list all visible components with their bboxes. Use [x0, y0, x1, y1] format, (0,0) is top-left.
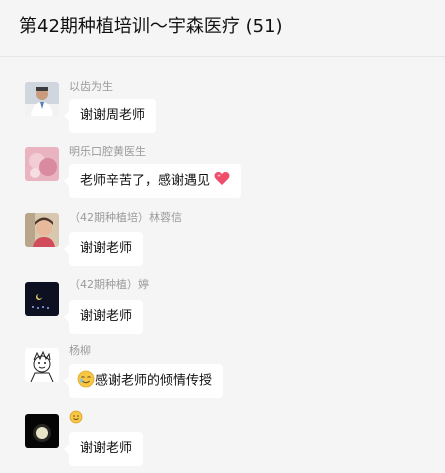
message-bubble[interactable]: 老师辛苦了，感谢遇见: [63, 164, 242, 198]
sender-name: 以齿为生: [69, 80, 113, 93]
sender-avatar[interactable]: [25, 348, 59, 382]
sender-avatar[interactable]: [25, 282, 59, 316]
chat-header: 第42期种植培训～宇森医疗 (51): [0, 0, 445, 57]
message-text: 感谢老师的倾情传授: [95, 373, 213, 389]
sender-name: （42期种植）婷: [69, 278, 149, 291]
message-bubble[interactable]: 谢谢老师: [63, 232, 144, 266]
tearful-smile-emoji: [77, 364, 95, 398]
message-bubble[interactable]: 感谢老师的倾情传授: [63, 364, 224, 398]
sender-avatar[interactable]: [25, 414, 59, 448]
message-bubble[interactable]: 谢谢周老师: [63, 99, 157, 133]
smile-emoji: [69, 410, 83, 426]
sender-avatar[interactable]: [25, 147, 59, 181]
sender-avatar[interactable]: [25, 82, 59, 116]
sender-name: （42期种植培）林蓉信: [69, 211, 182, 224]
message-text: 老师辛苦了，感谢遇见: [80, 173, 211, 189]
message-text: 谢谢老师: [80, 309, 133, 324]
sender-name: 明乐口腔黄医生: [69, 145, 146, 158]
heart-emoji: [214, 164, 230, 198]
chat-title[interactable]: 第42期种植培训～宇森医疗 (51): [19, 15, 283, 39]
message-text: 谢谢老师: [80, 241, 133, 256]
message-bubble[interactable]: 谢谢老师: [63, 432, 144, 466]
sender-name: 杨柳: [69, 344, 91, 357]
message-bubble[interactable]: 谢谢老师: [63, 300, 144, 334]
sender-name: [69, 410, 83, 426]
message-text: 谢谢周老师: [80, 108, 146, 123]
sender-avatar[interactable]: [25, 213, 59, 247]
message-text: 谢谢老师: [80, 441, 133, 456]
